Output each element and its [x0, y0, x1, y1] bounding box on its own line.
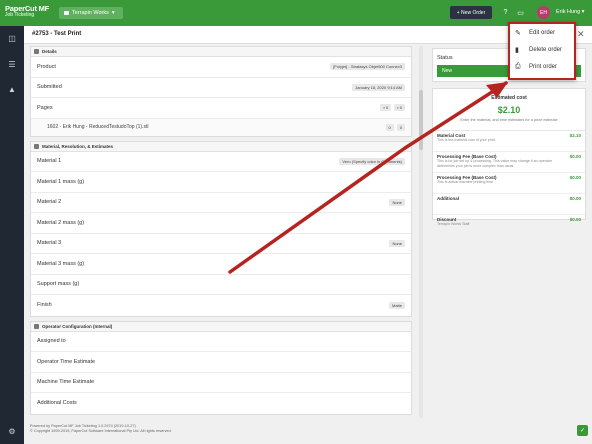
arrow-shaft-upper: [403, 81, 508, 150]
arrow-shaft: [228, 146, 407, 274]
annotation-arrow: [228, 81, 508, 274]
